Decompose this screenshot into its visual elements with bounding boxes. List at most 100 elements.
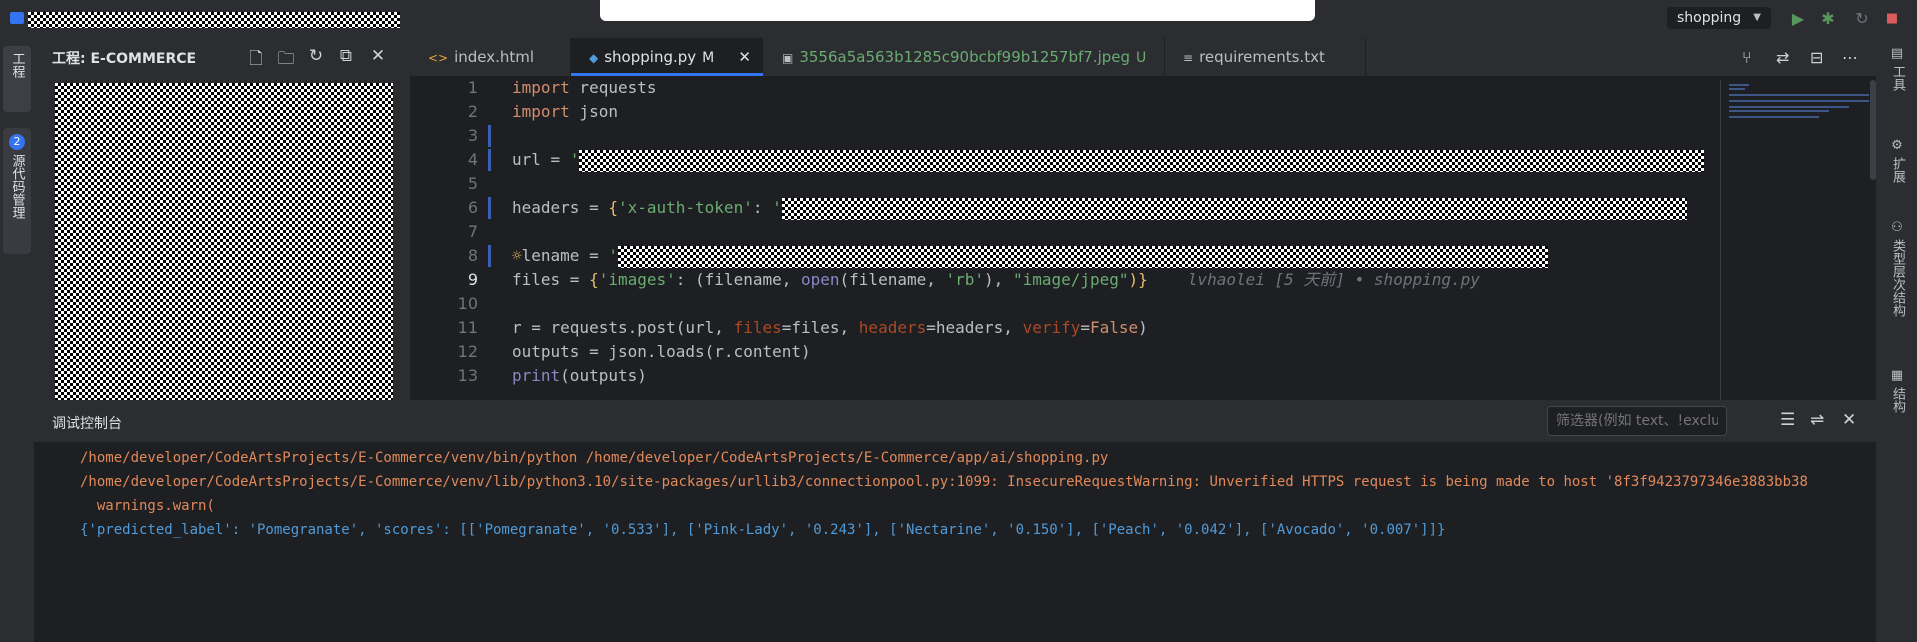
- code-token: open: [801, 270, 840, 289]
- console-filter-input[interactable]: [1547, 406, 1727, 436]
- code-token: ': [608, 246, 618, 265]
- type-hierarchy-tab[interactable]: ⚇ 类型层次结构: [1888, 220, 1907, 317]
- code-token: verify: [1022, 318, 1081, 337]
- code-editor[interactable]: 1 import requests 2 import json 3 4 url = '…: [410, 76, 1876, 400]
- modified-flag: M: [702, 50, 715, 66]
- new-folder-icon[interactable]: 🗀: [276, 46, 296, 75]
- code-token: (outputs): [560, 366, 647, 385]
- hierarchy-icon: ⚇: [1891, 220, 1903, 235]
- token-redacted: [781, 197, 1687, 220]
- lightbulb-icon[interactable]: ☼: [512, 246, 522, 265]
- tab-jpeg-file[interactable]: ▣ 3556a5a563b1285c90bcbf99b1257bf7.jpeg U: [764, 38, 1164, 76]
- line-number: 9: [467, 270, 478, 289]
- editor-tab-bar: <> index.html ◆ shopping.py M ✕ ▣ 3556a5a563…: [410, 38, 1876, 76]
- new-file-icon[interactable]: 🗋: [246, 46, 266, 75]
- line-number: 8: [467, 246, 478, 265]
- debug-bug-icon[interactable]: ✱: [1818, 8, 1838, 28]
- git-branch-icon[interactable]: ⑂: [1742, 48, 1752, 67]
- right-tool-strip: ▤ 工具 ⚙ 扩展 ⚇ 类型层次结构 ▦ 结构: [1876, 38, 1917, 642]
- tab-requirements-txt[interactable]: ≡ requirements.txt: [1165, 38, 1365, 76]
- code-token: )}: [1128, 270, 1148, 289]
- git-compare-icon[interactable]: ⇄: [1776, 48, 1789, 67]
- code-token: ),: [984, 270, 1013, 289]
- line-number: 13: [457, 366, 478, 385]
- code-token: ': [772, 198, 782, 217]
- filename-redacted: [617, 245, 1548, 268]
- code-token: =: [1080, 318, 1090, 337]
- tab-shopping-py[interactable]: ◆ shopping.py M ✕: [571, 38, 763, 76]
- window-title-redacted: [28, 12, 400, 28]
- code-token: lename =: [521, 246, 609, 265]
- code-token: :: [752, 198, 773, 217]
- run-icon[interactable]: ▶: [1788, 8, 1808, 28]
- code-token: print: [512, 366, 561, 385]
- code-token: ): [1138, 318, 1148, 337]
- vcs-tool-tab[interactable]: 2 源代码管理: [3, 128, 31, 254]
- code-token: 'x-auth-token': [617, 198, 753, 217]
- structure-tab-label: 结构: [1890, 387, 1905, 414]
- untracked-flag: U: [1136, 50, 1147, 66]
- clear-console-icon[interactable]: ☰: [1780, 410, 1795, 430]
- code-token: r = requests.post(url,: [512, 318, 734, 337]
- split-editor-icon[interactable]: ⊟: [1810, 48, 1823, 67]
- title-bar: shopping ▼ ▶ ✱ ↻ ■: [0, 0, 1917, 38]
- vcs-tool-tab-label: 源代码管理: [9, 154, 25, 219]
- run-config-dropdown[interactable]: shopping ▼: [1667, 7, 1771, 29]
- close-tab-icon[interactable]: ✕: [738, 38, 751, 76]
- project-tree-redacted[interactable]: [55, 83, 393, 400]
- tab-label: 3556a5a563b1285c90bcbf99b1257bf7.jpeg: [799, 48, 1131, 66]
- project-tool-tab-label: 工程: [9, 52, 25, 78]
- code-token: headers: [858, 318, 927, 337]
- tools-tab[interactable]: ▤ 工具: [1888, 46, 1907, 91]
- stop-icon[interactable]: ■: [1882, 8, 1902, 28]
- code-token: files: [733, 318, 782, 337]
- structure-tab[interactable]: ▦ 结构: [1888, 368, 1907, 413]
- chevron-down-icon: ▼: [1753, 12, 1761, 23]
- tab-label: index.html: [454, 48, 535, 66]
- line-number: 4: [467, 150, 478, 169]
- line-number: 10: [457, 294, 478, 313]
- code-token: json: [569, 102, 618, 121]
- debug-console-header: 调试控制台 ☰ ⇌ ✕: [34, 400, 1876, 442]
- folder-icon: [10, 12, 24, 24]
- code-token: outputs = json.loads(r.content): [512, 342, 811, 361]
- more-actions-icon[interactable]: ⋯: [1842, 48, 1858, 67]
- word-wrap-icon[interactable]: ⇌: [1810, 410, 1824, 430]
- extensions-tab-label: 扩展: [1890, 157, 1905, 184]
- project-title: 工程: E-COMMERCE: [52, 51, 197, 67]
- code-token: 'images': [598, 270, 676, 289]
- console-line: /home/developer/CodeArtsProjects/E-Comme…: [80, 474, 1808, 490]
- line-number: 11: [457, 318, 478, 337]
- code-token: 'rb': [945, 270, 985, 289]
- left-tool-strip: 工程 2 源代码管理: [0, 38, 34, 642]
- html-icon: <>: [428, 51, 449, 65]
- project-tool-tab[interactable]: 工程: [3, 46, 31, 112]
- line-number: 12: [457, 342, 478, 361]
- extensions-icon: ⚙: [1891, 138, 1903, 153]
- line-number: 3: [467, 126, 478, 145]
- code-token: {: [589, 270, 599, 289]
- close-panel-icon[interactable]: ✕: [1842, 410, 1856, 430]
- debug-console-title: 调试控制台: [52, 416, 122, 432]
- tab-label: shopping.py: [604, 48, 697, 66]
- line-number: 5: [467, 174, 478, 193]
- line-number: 7: [467, 222, 478, 241]
- code-token: import: [512, 102, 570, 121]
- extensions-tab[interactable]: ⚙ 扩展: [1888, 138, 1907, 183]
- image-icon: ▣: [782, 51, 794, 65]
- console-line: {'predicted_label': 'Pomegranate', 'scor…: [80, 522, 1446, 538]
- close-icon[interactable]: ✕: [368, 46, 388, 66]
- tab-label: requirements.txt: [1199, 48, 1325, 66]
- command-popup[interactable]: [600, 0, 1315, 21]
- tab-index-html[interactable]: <> index.html: [410, 38, 570, 76]
- code-token: (filename,: [839, 270, 946, 289]
- minimap[interactable]: [1720, 80, 1877, 400]
- url-redacted: [579, 149, 1705, 172]
- collapse-all-icon[interactable]: ⧉: [336, 46, 356, 66]
- line-number: 2: [467, 102, 478, 121]
- code-token: : (filename,: [675, 270, 801, 289]
- restart-icon[interactable]: ↻: [1852, 8, 1872, 28]
- structure-icon: ▦: [1890, 368, 1904, 383]
- debug-console-output[interactable]: /home/developer/CodeArtsProjects/E-Comme…: [34, 442, 1876, 642]
- refresh-icon[interactable]: ↻: [306, 46, 326, 66]
